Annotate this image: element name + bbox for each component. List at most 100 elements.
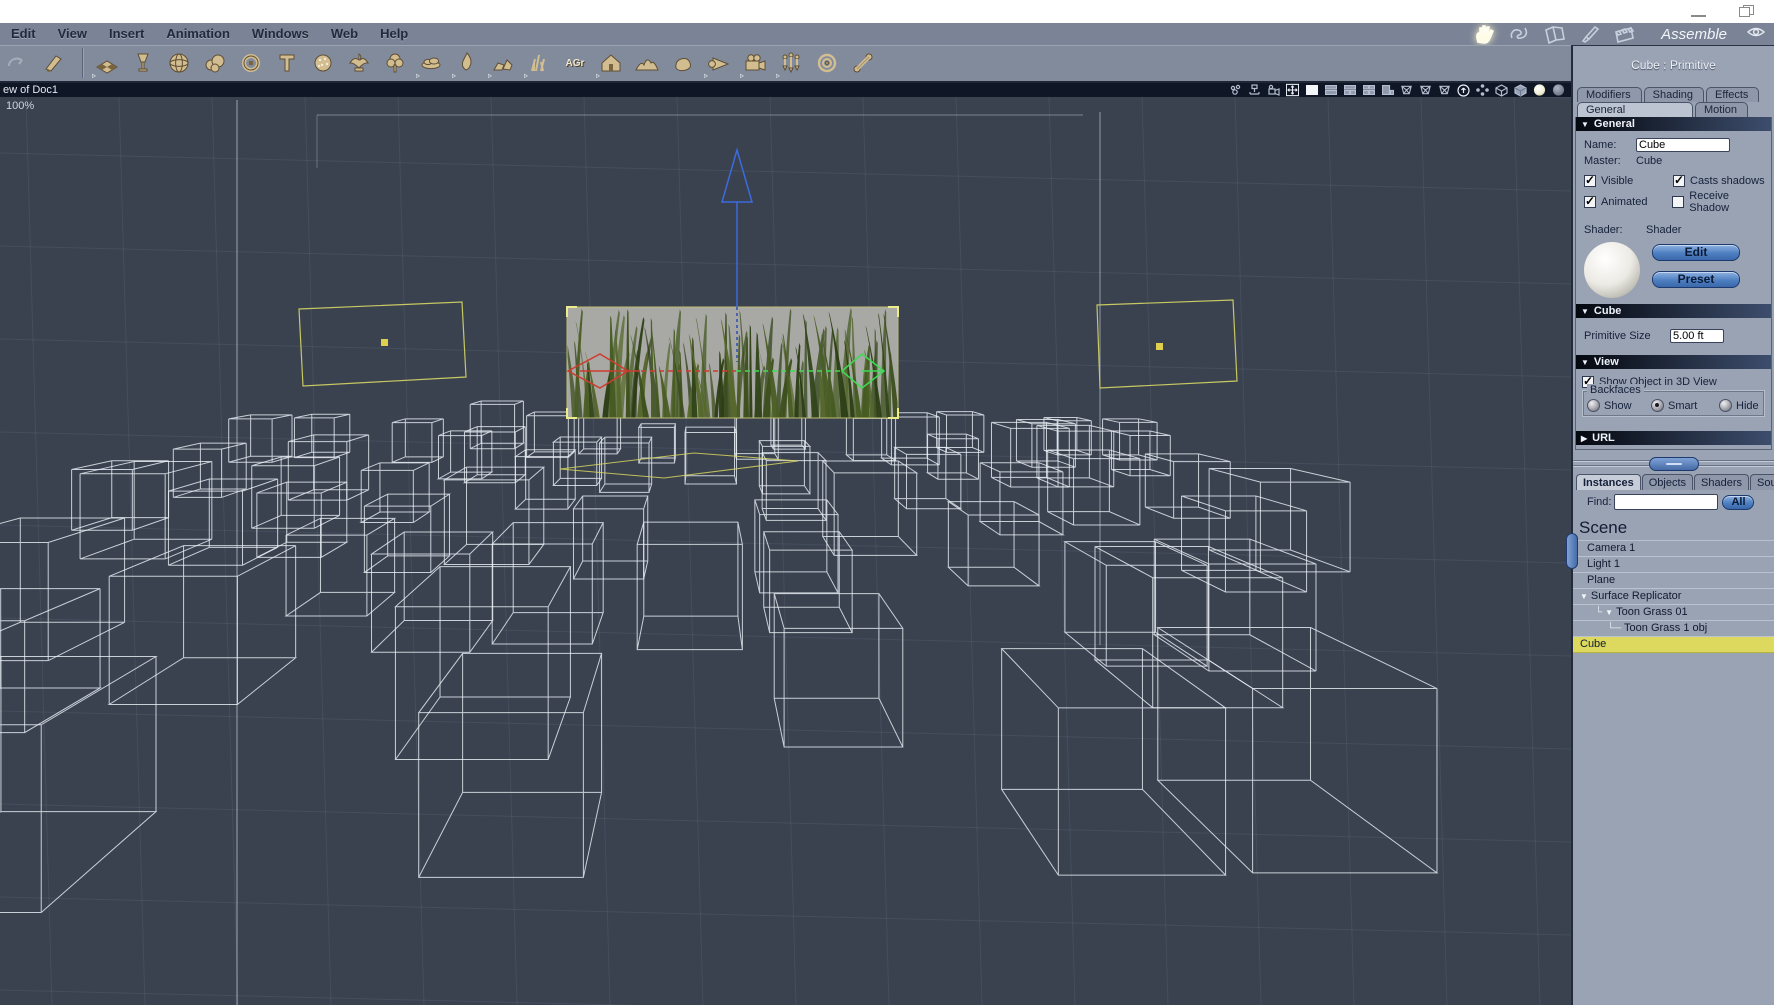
tree-item-toon-grass-1-obj[interactable]: └─ Toon Grass 1 obj — [1573, 621, 1774, 637]
undo-arrow-icon[interactable] — [3, 48, 33, 78]
bone-icon[interactable] — [848, 48, 878, 78]
name-input[interactable] — [1636, 138, 1730, 152]
particle-emitter-icon[interactable] — [308, 48, 338, 78]
position-tool-icon[interactable] — [1286, 83, 1299, 97]
menu-web[interactable]: Web — [320, 23, 369, 45]
storyboard-room-icon[interactable] — [1542, 24, 1568, 44]
receive-shadow-checkbox[interactable] — [1672, 196, 1685, 208]
section-general[interactable]: ▼ General — [1576, 117, 1771, 131]
viewport-titlebar[interactable]: ew of Doc1 — [0, 81, 1571, 97]
track-icon[interactable] — [1229, 84, 1242, 96]
menu-animation[interactable]: Animation — [155, 23, 241, 45]
casts-shadows-checkbox[interactable] — [1673, 173, 1685, 187]
tree-item-cube[interactable]: Cube — [1573, 637, 1774, 653]
scene-root-label[interactable]: Scene — [1579, 518, 1774, 538]
primitive-size-input[interactable] — [1670, 329, 1724, 343]
visible-checkbox[interactable] — [1584, 173, 1596, 187]
model-room-icon[interactable] — [1507, 24, 1533, 44]
metaball-icon[interactable] — [200, 48, 230, 78]
wireframe-mode-icon[interactable] — [1495, 83, 1508, 97]
manipulate-icon[interactable] — [39, 48, 69, 78]
fire-icon[interactable]: ▹ — [452, 48, 482, 80]
assemble-room-icon[interactable] — [1472, 24, 1498, 44]
flag-icon: ▹ — [452, 71, 457, 80]
restore-icon[interactable] — [1739, 5, 1754, 17]
backfaces-hide-radio[interactable] — [1719, 399, 1732, 412]
edit-button[interactable]: Edit — [1652, 244, 1740, 261]
tab-motion[interactable]: Motion — [1695, 102, 1749, 117]
tab-objects[interactable]: Objects — [1641, 474, 1694, 490]
tree-item-plane[interactable]: Plane — [1573, 573, 1774, 589]
spline-ring-icon[interactable] — [236, 48, 266, 78]
tab-shaders[interactable]: Shaders — [1694, 474, 1750, 490]
animated-checkbox[interactable] — [1584, 194, 1596, 208]
boulder-icon[interactable] — [668, 48, 698, 78]
cloud-icon[interactable]: ▹ — [416, 48, 446, 80]
tree-item-camera1[interactable]: Camera 1 — [1573, 541, 1774, 557]
tab-modifiers[interactable]: Modifiers — [1577, 87, 1642, 102]
menu-view[interactable]: View — [47, 23, 98, 45]
grass-icon[interactable]: ▹ — [524, 48, 554, 80]
shaded-mode-icon[interactable] — [1533, 84, 1546, 96]
preset-button[interactable]: Preset — [1652, 271, 1740, 288]
backfaces-smart-radio[interactable] — [1651, 399, 1664, 412]
layout-single-icon[interactable] — [1305, 84, 1318, 96]
find-all-button[interactable]: All — [1722, 494, 1755, 510]
flat-mode-icon[interactable] — [1514, 83, 1527, 97]
tree-icon[interactable] — [380, 48, 410, 78]
shader-preview-sphere[interactable] — [1584, 242, 1640, 298]
frustum-2-icon[interactable] — [1419, 84, 1432, 96]
tab-instances[interactable]: Instances — [1576, 474, 1641, 490]
render-room-icon[interactable] — [1612, 24, 1638, 44]
viewport-zoom-level: 100% — [6, 100, 35, 112]
floor-icon[interactable]: ▹ — [92, 48, 122, 80]
terrain-icon[interactable] — [632, 48, 662, 78]
fountain-icon[interactable] — [344, 48, 374, 78]
target-icon[interactable] — [812, 48, 842, 78]
layout-3pane-icon[interactable] — [1343, 84, 1356, 96]
vertex-object-icon[interactable] — [128, 48, 158, 78]
section-view[interactable]: ▼ View — [1576, 355, 1771, 369]
menu-help[interactable]: Help — [369, 23, 419, 45]
texture-room-icon[interactable] — [1577, 24, 1603, 44]
layout-lpane-icon[interactable] — [1381, 84, 1394, 96]
section-cube[interactable]: ▼ Cube — [1576, 304, 1771, 318]
tab-general[interactable]: General — [1577, 102, 1693, 117]
tab-shading[interactable]: Shading — [1643, 87, 1704, 102]
layout-2pane-icon[interactable] — [1324, 84, 1337, 96]
tree-item-surface-replicator[interactable]: ▼ Surface Replicator — [1573, 589, 1774, 605]
spotlight-icon[interactable]: ▹ — [704, 48, 734, 80]
menu-edit[interactable]: Edit — [0, 23, 47, 45]
find-input[interactable] — [1614, 494, 1719, 510]
camera-toggle-icon[interactable] — [1267, 84, 1280, 96]
menu-insert[interactable]: Insert — [98, 23, 155, 45]
layout-4pane-icon[interactable] — [1362, 84, 1375, 96]
minimize-icon[interactable] — [1691, 5, 1706, 17]
orbit-icon[interactable] — [1476, 84, 1489, 96]
hierarchy-icon[interactable] — [1248, 84, 1261, 96]
group-drop-icon[interactable]: ▹ — [776, 48, 806, 80]
name-label: Name: — [1584, 139, 1617, 151]
section-url[interactable]: ▶ URL — [1576, 431, 1771, 445]
flag-icon: ▹ — [92, 71, 97, 80]
backfaces-show-radio[interactable] — [1587, 399, 1600, 412]
tab-sounds[interactable]: Sounds — [1750, 474, 1774, 490]
rock-icon[interactable]: ▹ — [488, 48, 518, 80]
frustum-1-icon[interactable] — [1400, 84, 1413, 96]
textured-mode-icon[interactable] — [1552, 84, 1565, 96]
viewport-canvas[interactable] — [0, 96, 1571, 1005]
visibility-eye-icon[interactable] — [1746, 25, 1766, 44]
tree-item-toon-grass-01[interactable]: └ ▼ Toon Grass 01 — [1573, 605, 1774, 621]
tab-effects[interactable]: Effects — [1706, 87, 1760, 102]
reset-view-icon[interactable] — [1457, 83, 1470, 97]
menu-windows[interactable]: Windows — [241, 23, 320, 45]
frustum-3-icon[interactable] — [1438, 84, 1451, 96]
tree-item-light1[interactable]: Light 1 — [1573, 557, 1774, 573]
sphere-icon[interactable] — [164, 48, 194, 78]
text-icon[interactable] — [272, 48, 302, 78]
camera-icon[interactable]: ▹ — [740, 48, 770, 80]
splitter-pill-handle[interactable] — [1648, 457, 1699, 471]
house-icon[interactable]: ▹ — [596, 48, 626, 80]
agr-plugin-icon[interactable]: AGr — [560, 48, 590, 78]
panel-splitter-handle[interactable] — [1566, 533, 1578, 569]
